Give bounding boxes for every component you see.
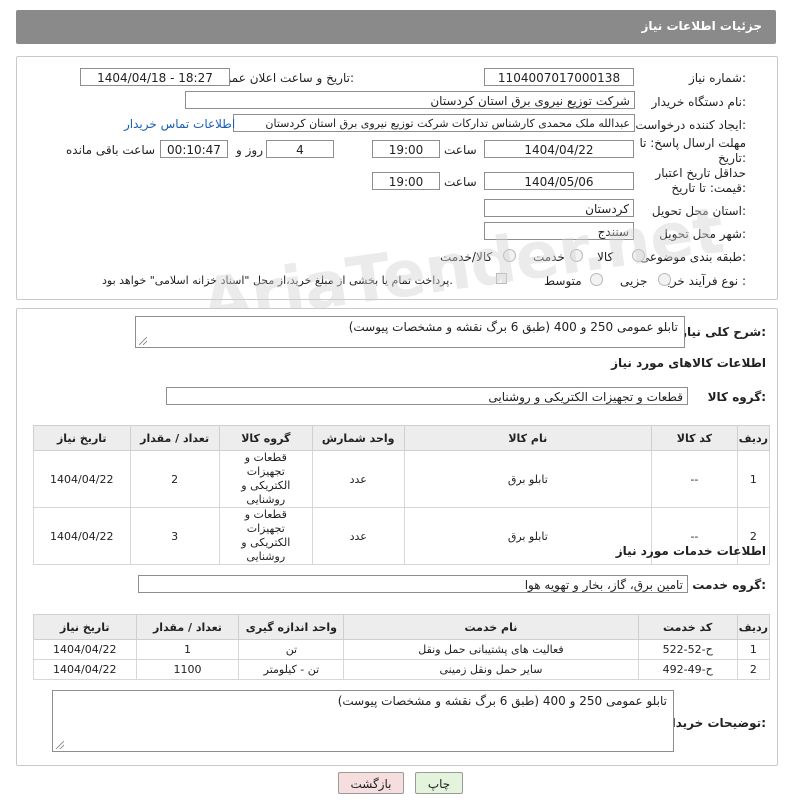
table-row: 1 -- تابلو برق عدد قطعات و تجهیزات الکتر… [33, 450, 771, 508]
page-title: جزئیات اطلاعات نیاز [641, 19, 762, 33]
services-cell-name: سایر حمل ونقل زمینی [343, 659, 639, 680]
creator-field: عبدالله ملک محمدی کارشناس تدارکات شرکت ت… [233, 114, 635, 132]
resize-grip-icon[interactable] [56, 741, 64, 749]
table-row: 1 ح-52-522 فعالیت های پشتیبانی حمل ونقل … [33, 639, 771, 660]
goods-col-group: گروه کالا [218, 425, 313, 451]
remaining-time-field: 00:10:47 [160, 140, 228, 158]
services-col-row: ردیف [736, 614, 771, 640]
services-col-date: تاریخ نیاز [33, 614, 137, 640]
creator-label: ایجاد کننده درخواست: [635, 118, 746, 132]
goods-col-unit: واحد شمارش [311, 425, 405, 451]
goods-cell-date: 1404/04/22 [33, 450, 131, 508]
summary-text: تابلو عمومی 250 و 400 (طبق 6 برگ نقشه و … [348, 320, 678, 334]
deadline-label: مهلت ارسال پاسخ: تا تاریخ: [639, 136, 746, 165]
buyer-notes-textarea[interactable]: تابلو عمومی 250 و 400 (طبق 6 برگ نقشه و … [52, 690, 674, 752]
goods-col-code: کد کالا [651, 425, 738, 451]
buyer-field: شرکت توزیع نیروی برق استان کردستان [185, 91, 635, 109]
goods-col-qty: تعداد / مقدار [129, 425, 220, 451]
deadline-time-label: ساعت [444, 143, 477, 157]
goods-col-date: تاریخ نیاز [33, 425, 131, 451]
services-cell-row: 2 [736, 659, 771, 680]
summary-label: شرح کلی نیاز: [680, 325, 766, 339]
deadline-date-field: 1404/04/22 [484, 140, 634, 158]
buyer-notes-label: توضیحات خریدار: [664, 716, 766, 730]
summary-textarea[interactable]: تابلو عمومی 250 و 400 (طبق 6 برگ نقشه و … [135, 316, 685, 348]
services-cell-qty: 1100 [135, 659, 240, 680]
page-header: جزئیات اطلاعات نیاز [16, 10, 776, 44]
services-table: ردیف کد خدمت نام خدمت واحد اندازه گیری ت… [33, 614, 771, 680]
goods-col-name: نام کالا [403, 425, 653, 451]
resize-grip-icon[interactable] [139, 337, 147, 345]
goods-cell-name: تابلو برق [403, 507, 653, 565]
announce-label: تاریخ و ساعت اعلان عمومی: [209, 71, 354, 85]
goods-cell-name: تابلو برق [403, 450, 653, 508]
services-cell-qty: 1 [135, 639, 240, 660]
goods-cell-code: -- [651, 450, 738, 508]
days-label: روز و [236, 143, 263, 157]
buyer-label: نام دستگاه خریدار: [651, 95, 747, 109]
services-col-qty: تعداد / مقدار [135, 614, 240, 640]
goods-cell-row: 1 [736, 450, 771, 508]
services-cell-code: ح-52-522 [637, 639, 738, 660]
goods-cell-group: قطعات و تجهیزات الکتریکی و روشنایی [218, 450, 313, 508]
announce-datetime-field: 1404/04/18 - 18:27 [80, 68, 230, 86]
process-type-label: نوع فرآیند خرید : [661, 274, 746, 288]
services-cell-date: 1404/04/22 [33, 659, 137, 680]
goods-cell-group: قطعات و تجهیزات الکتریکی و روشنایی [218, 507, 313, 565]
validity-date-field: 1404/05/06 [484, 172, 634, 190]
goods-cell-unit: عدد [311, 507, 405, 565]
services-cell-name: فعالیت های پشتیبانی حمل ونقل [343, 639, 639, 660]
services-col-unit: واحد اندازه گیری [238, 614, 345, 640]
need-number-label: شماره نیاز: [688, 71, 746, 85]
goods-group-label: گروه کالا: [707, 390, 766, 404]
need-number-field: 1104007017000138 [484, 68, 634, 86]
goods-cell-qty: 2 [129, 450, 220, 508]
services-col-name: نام خدمت [343, 614, 639, 640]
services-group-field: تامین برق، گاز، بخار و تهویه هوا [138, 575, 688, 593]
goods-cell-date: 1404/04/22 [33, 507, 131, 565]
services-section-title: اطلاعات خدمات مورد نیاز [615, 544, 766, 558]
buyer-contact-link[interactable]: اطلاعات تماس خریدار [124, 117, 235, 131]
services-col-code: کد خدمت [637, 614, 738, 640]
validity-time-field: 19:00 [372, 172, 440, 190]
table-row: 2 ح-49-492 سایر حمل ونقل زمینی تن - کیلو… [33, 659, 771, 680]
goods-cell-unit: عدد [311, 450, 405, 508]
validity-label: حداقل تاریخ اعتبار قیمت: تا تاریخ: [655, 166, 746, 195]
goods-section-title: اطلاعات کالاهای مورد نیاز [611, 356, 766, 370]
validity-time-label: ساعت [444, 175, 477, 189]
deadline-time-field: 19:00 [372, 140, 440, 158]
services-cell-unit: تن - کیلومتر [238, 659, 345, 680]
services-cell-row: 1 [736, 639, 771, 660]
buyer-notes-text: تابلو عمومی 250 و 400 (طبق 6 برگ نقشه و … [337, 694, 667, 708]
print-button[interactable]: چاپ [415, 772, 463, 794]
services-cell-code: ح-49-492 [637, 659, 738, 680]
services-cell-unit: تن [238, 639, 345, 660]
goods-group-field: قطعات و تجهیزات الکتریکی و روشنایی [166, 387, 688, 405]
days-remaining-field: 4 [266, 140, 334, 158]
services-cell-date: 1404/04/22 [33, 639, 137, 660]
goods-cell-qty: 3 [129, 507, 220, 565]
goods-col-row: ردیف [736, 425, 771, 451]
remaining-label: ساعت باقی مانده [66, 143, 156, 157]
services-group-label: گروه خدمت: [692, 578, 766, 592]
back-button[interactable]: بازگشت [338, 772, 404, 794]
